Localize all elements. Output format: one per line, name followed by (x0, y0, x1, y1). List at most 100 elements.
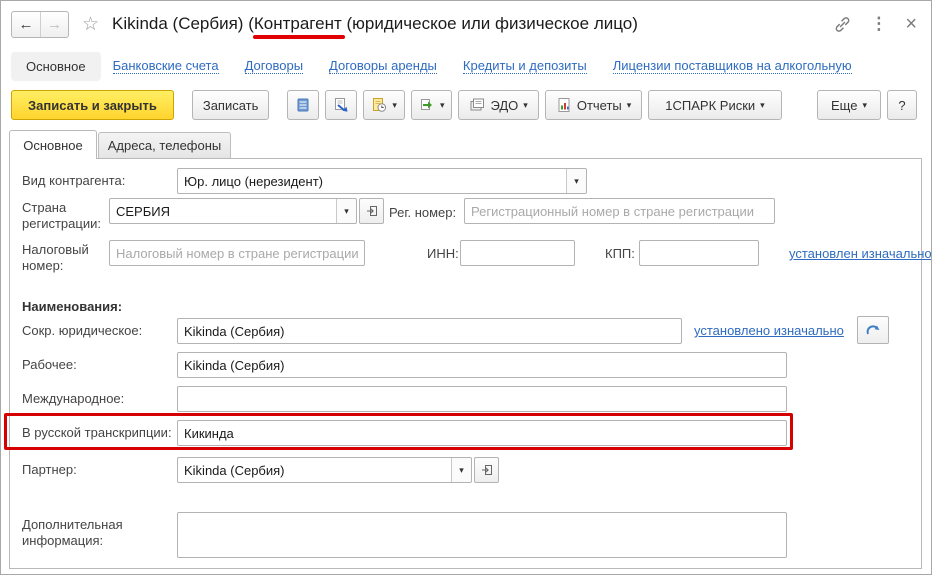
working-name-label: Рабочее: (22, 357, 77, 372)
reports-menu-button[interactable]: Отчеты ▾ (544, 90, 643, 120)
kpp-input[interactable] (639, 240, 759, 266)
nav-link-contracts[interactable]: Договоры (244, 58, 304, 74)
inn-label: ИНН: (427, 246, 459, 261)
country-combobox[interactable]: СЕРБИЯ ▾ (109, 198, 357, 224)
close-icon: × (905, 12, 917, 35)
kpp-label: КПП: (605, 246, 635, 261)
regnum-label: Рег. номер: (389, 205, 457, 220)
partner-combobox[interactable]: Kikinda (Сербия) ▾ (177, 457, 472, 483)
open-link-icon (366, 206, 377, 216)
short-name-input[interactable] (177, 318, 682, 344)
back-button[interactable]: ← (12, 12, 40, 37)
help-button[interactable]: ? (887, 90, 917, 120)
report-chart-icon (558, 98, 570, 112)
more-button-label: Еще (831, 97, 858, 113)
kind-combobox[interactable]: Юр. лицо (нерезидент) ▾ (177, 168, 587, 194)
register-records-button[interactable] (287, 90, 320, 120)
register-icon (297, 98, 309, 112)
exchange-icon (420, 99, 432, 110)
forward-button[interactable]: → (40, 11, 68, 37)
chevron-down-icon: ▾ (626, 99, 632, 110)
star-icon: ☆ (82, 13, 100, 35)
refill-name-button[interactable] (857, 316, 889, 344)
partner-dropdown-button[interactable]: ▾ (451, 458, 471, 482)
country-open-button[interactable] (359, 198, 384, 224)
chevron-down-icon: ▾ (574, 175, 579, 186)
close-window-button[interactable]: × (905, 13, 917, 36)
curved-arrow-icon (866, 325, 880, 335)
related-links-bar: Основное Банковские счета Договоры Догов… (1, 47, 931, 85)
post-document-button[interactable] (325, 90, 358, 120)
window-header: ← → ☆ Kikinda (Сербия) (Контрагент (юрид… (1, 1, 931, 47)
kind-label: Вид контрагента: (22, 173, 126, 188)
nav-link-bank-accounts[interactable]: Банковские счета (112, 58, 219, 74)
title-highlighted-word: Контрагент (253, 14, 342, 33)
tab-main[interactable]: Основное (9, 130, 97, 159)
country-label: Страна регистрации: (22, 200, 101, 231)
save-button[interactable]: Записать (191, 90, 270, 120)
chevron-down-icon: ▾ (862, 99, 867, 110)
more-actions-button[interactable]: Еще ▾ (817, 90, 881, 120)
kind-value: Юр. лицо (нерезидент) (184, 174, 323, 189)
short-name-initial-link[interactable]: установлено изначально (694, 323, 844, 338)
country-dropdown-button[interactable]: ▾ (336, 199, 356, 223)
history-nav-group: ← → (11, 10, 69, 38)
document-arrow-icon (335, 98, 348, 112)
country-value: СЕРБИЯ (116, 204, 170, 219)
page-title: Kikinda (Сербия) (Контрагент (юридическо… (112, 14, 638, 34)
taxnum-input[interactable] (109, 240, 365, 266)
help-icon: ? (898, 97, 906, 113)
spark-button-label: 1СПАРК Риски (665, 97, 756, 113)
forward-icon: → (47, 15, 62, 33)
chevron-down-icon: ▾ (523, 99, 528, 110)
form-panel: Вид контрагента: Юр. лицо (нерезидент) ▾… (9, 158, 931, 569)
chevron-down-icon: ▾ (392, 99, 397, 110)
spark-risks-menu-button[interactable]: 1СПАРК Риски ▾ (648, 90, 782, 120)
back-icon: ← (18, 15, 34, 33)
tab-addresses-phones[interactable]: Адреса, телефоны (98, 132, 231, 158)
russian-transcription-input[interactable] (177, 420, 787, 446)
title-post: (юридическое или физическое лицо) (341, 14, 638, 33)
chevron-down-icon: ▾ (459, 464, 464, 475)
get-link-button[interactable] (833, 15, 852, 34)
working-name-input[interactable] (177, 352, 787, 378)
favorite-star-button[interactable]: ☆ (82, 13, 99, 36)
chevron-down-icon: ▾ (439, 99, 445, 110)
additional-info-textarea[interactable] (177, 512, 787, 558)
header-actions: ⋮ × (833, 13, 917, 36)
short-name-label: Сокр. юридическое: (22, 323, 143, 338)
edo-menu-button[interactable]: ЭДО ▾ (458, 90, 539, 120)
history-split-button[interactable]: ▾ (363, 90, 405, 120)
chevron-down-icon: ▾ (344, 205, 349, 216)
russian-transcription-label: В русской транскрипции: (22, 425, 172, 440)
nav-link-credits-deposits[interactable]: Кредиты и депозиты (462, 58, 587, 74)
more-menu-button[interactable]: ⋮ (870, 14, 887, 34)
names-section-header: Наименования: (22, 299, 123, 314)
edo-button-label: ЭДО (490, 97, 519, 113)
chevron-down-icon: ▾ (760, 99, 765, 110)
nav-links: Банковские счета Договоры Договоры аренд… (112, 58, 852, 74)
partner-value: Kikinda (Сербия) (184, 463, 285, 478)
international-name-input[interactable] (177, 386, 787, 412)
taxnum-label: Налоговый номер: (22, 242, 89, 273)
reports-button-label: Отчеты (576, 97, 622, 113)
kind-dropdown-button[interactable]: ▾ (566, 169, 586, 193)
international-name-label: Международное: (22, 391, 125, 406)
nav-link-alcohol-licenses[interactable]: Лицензии поставщиков на алкогольную (612, 58, 852, 74)
nav-link-lease-contracts[interactable]: Договоры аренды (329, 58, 437, 74)
inn-initial-link[interactable]: установлен изначально (789, 246, 931, 261)
link-icon (835, 16, 850, 32)
nav-item-main-active[interactable]: Основное (11, 51, 101, 81)
regnum-input[interactable] (464, 198, 775, 224)
partner-open-button[interactable] (474, 457, 499, 483)
history-icon (373, 98, 387, 112)
inn-input[interactable] (460, 240, 575, 266)
kebab-icon: ⋮ (870, 14, 888, 33)
save-and-close-button[interactable]: Записать и закрыть (11, 90, 174, 120)
toolbar: Записать и закрыть Записать ▾ ▾ ЭДО ▾ От… (1, 85, 931, 125)
exchange-split-button[interactable]: ▾ (410, 90, 453, 120)
additional-info-label: Дополнительная информация: (22, 517, 123, 548)
partner-label: Партнер: (22, 462, 77, 477)
contractor-form-window: ← → ☆ Kikinda (Сербия) (Контрагент (юрид… (0, 0, 932, 575)
open-link-icon (481, 465, 492, 475)
